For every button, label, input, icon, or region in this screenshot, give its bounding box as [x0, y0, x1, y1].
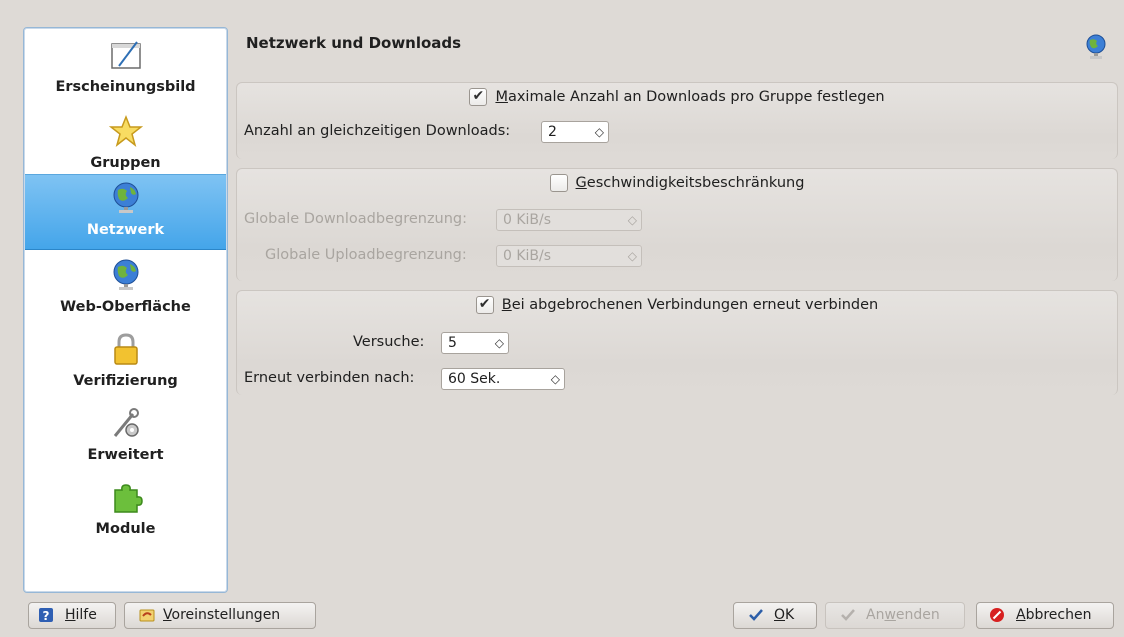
spinbox-value: 5 [448, 335, 457, 351]
attempts-spinbox[interactable]: 5 ◇ [441, 332, 509, 354]
sidebar-item-label: Erscheinungsbild [55, 79, 196, 95]
restore-defaults-icon [139, 609, 155, 622]
spin-arrows-icon: ◇ [627, 213, 637, 227]
speed-limit-group: Geschwindigkeitsbeschränkung Globale Dow… [236, 168, 1118, 281]
simultaneous-downloads-label: Anzahl an gleichzeitigen Downloads: [244, 123, 511, 139]
spinbox-value: 60 Sek. [448, 371, 501, 387]
max-downloads-row: ✔ Maximale Anzahl an Downloads pro Gruppe… [237, 88, 1117, 110]
speed-limit-checkbox[interactable] [549, 174, 568, 192]
sidebar-item-label: Gruppen [90, 155, 161, 171]
sidebar-item-label: Web-Oberfläche [60, 299, 191, 315]
svg-text:?: ? [43, 609, 50, 623]
reconnect-delay-spinbox[interactable]: 60 Sek. ◇ [441, 368, 565, 390]
checkmark-icon [841, 609, 855, 621]
max-downloads-checkbox[interactable]: ✔ [469, 88, 488, 106]
lock-icon [114, 333, 138, 365]
appearance-icon [111, 41, 141, 69]
help-icon: ? [39, 608, 53, 623]
sidebar-item-label: Verifizierung [73, 373, 178, 389]
global-upload-limit-label: Globale Uploadbegrenzung: [265, 247, 467, 263]
sidebar-item-appearance[interactable]: Erscheinungsbild [25, 32, 226, 106]
cancel-icon [990, 608, 1004, 622]
ok-button[interactable]: OK [733, 602, 817, 629]
globe-icon [113, 259, 139, 290]
sidebar-item-modules[interactable]: Module [25, 474, 226, 548]
global-upload-limit-spinbox[interactable]: 0 KiB/s ◇ [496, 245, 642, 267]
spin-arrows-icon[interactable]: ◇ [595, 122, 604, 142]
reconnect-group: ✔ Bei abgebrochenen Verbindungen erneut v… [236, 290, 1118, 395]
sidebar-item-groups[interactable]: Gruppen [25, 108, 226, 182]
tools-icon [113, 408, 139, 437]
speed-limit-row: Geschwindigkeitsbeschränkung [237, 174, 1117, 196]
max-downloads-label: Maximale Anzahl an Downloads pro Gruppe … [495, 89, 885, 105]
simultaneous-downloads-spinbox[interactable]: 2 ◇ [541, 121, 609, 143]
reconnect-checkbox[interactable]: ✔ [475, 296, 494, 314]
spin-arrows-icon: ◇ [627, 249, 637, 263]
defaults-button-label: Voreinstellungen [163, 607, 281, 623]
cancel-button-label: Abbrechen [1016, 607, 1092, 623]
reconnect-row: ✔ Bei abgebrochenen Verbindungen erneut v… [237, 296, 1117, 318]
sidebar-item-label: Netzwerk [86, 222, 165, 238]
apply-button-label: Anwenden [866, 607, 940, 623]
cancel-button[interactable]: Abbrechen [976, 602, 1114, 629]
sidebar-item-label: Erweitert [87, 447, 164, 463]
category-sidebar: Erscheinungsbild Gruppen Netzwerk Web-Ob… [23, 27, 228, 593]
reconnect-label: Bei abgebrochenen Verbindungen erneut ve… [501, 297, 879, 313]
checkmark-icon [749, 609, 763, 621]
checkmark-icon: ✔ [472, 88, 485, 104]
reconnect-delay-label: Erneut verbinden nach: [244, 370, 415, 386]
help-button[interactable]: ? Hilfe [28, 602, 116, 629]
defaults-button[interactable]: Voreinstellungen [124, 602, 316, 629]
page-title: Netzwerk und Downloads [246, 34, 462, 52]
sidebar-item-label: Module [95, 521, 156, 537]
spin-arrows-icon[interactable]: ◇ [495, 333, 504, 353]
global-download-limit-spinbox[interactable]: 0 KiB/s ◇ [496, 209, 642, 231]
speed-limit-label: Geschwindigkeitsbeschränkung [575, 175, 805, 191]
sidebar-item-network[interactable]: Netzwerk [25, 174, 226, 250]
puzzle-icon [114, 484, 143, 513]
global-download-limit-label: Globale Downloadbegrenzung: [244, 211, 468, 227]
star-icon [109, 114, 143, 147]
sidebar-item-web-interface[interactable]: Web-Oberfläche [25, 252, 226, 326]
sidebar-item-advanced[interactable]: Erweitert [25, 400, 226, 474]
sidebar-item-verification[interactable]: Verifizierung [25, 326, 226, 400]
spin-arrows-icon[interactable]: ◇ [551, 369, 560, 389]
checkmark-icon: ✔ [478, 296, 491, 312]
spinbox-value: 2 [548, 124, 557, 140]
globe-icon [1086, 34, 1106, 59]
help-button-label: Hilfe [65, 607, 97, 623]
spinbox-value: 0 KiB/s [503, 248, 552, 264]
ok-button-label: OK [774, 607, 795, 623]
apply-button[interactable]: Anwenden [825, 602, 965, 629]
downloads-limit-group: ✔ Maximale Anzahl an Downloads pro Gruppe… [236, 82, 1118, 159]
globe-icon [113, 182, 139, 213]
spinbox-value: 0 KiB/s [503, 212, 552, 228]
attempts-label: Versuche: [353, 334, 425, 350]
